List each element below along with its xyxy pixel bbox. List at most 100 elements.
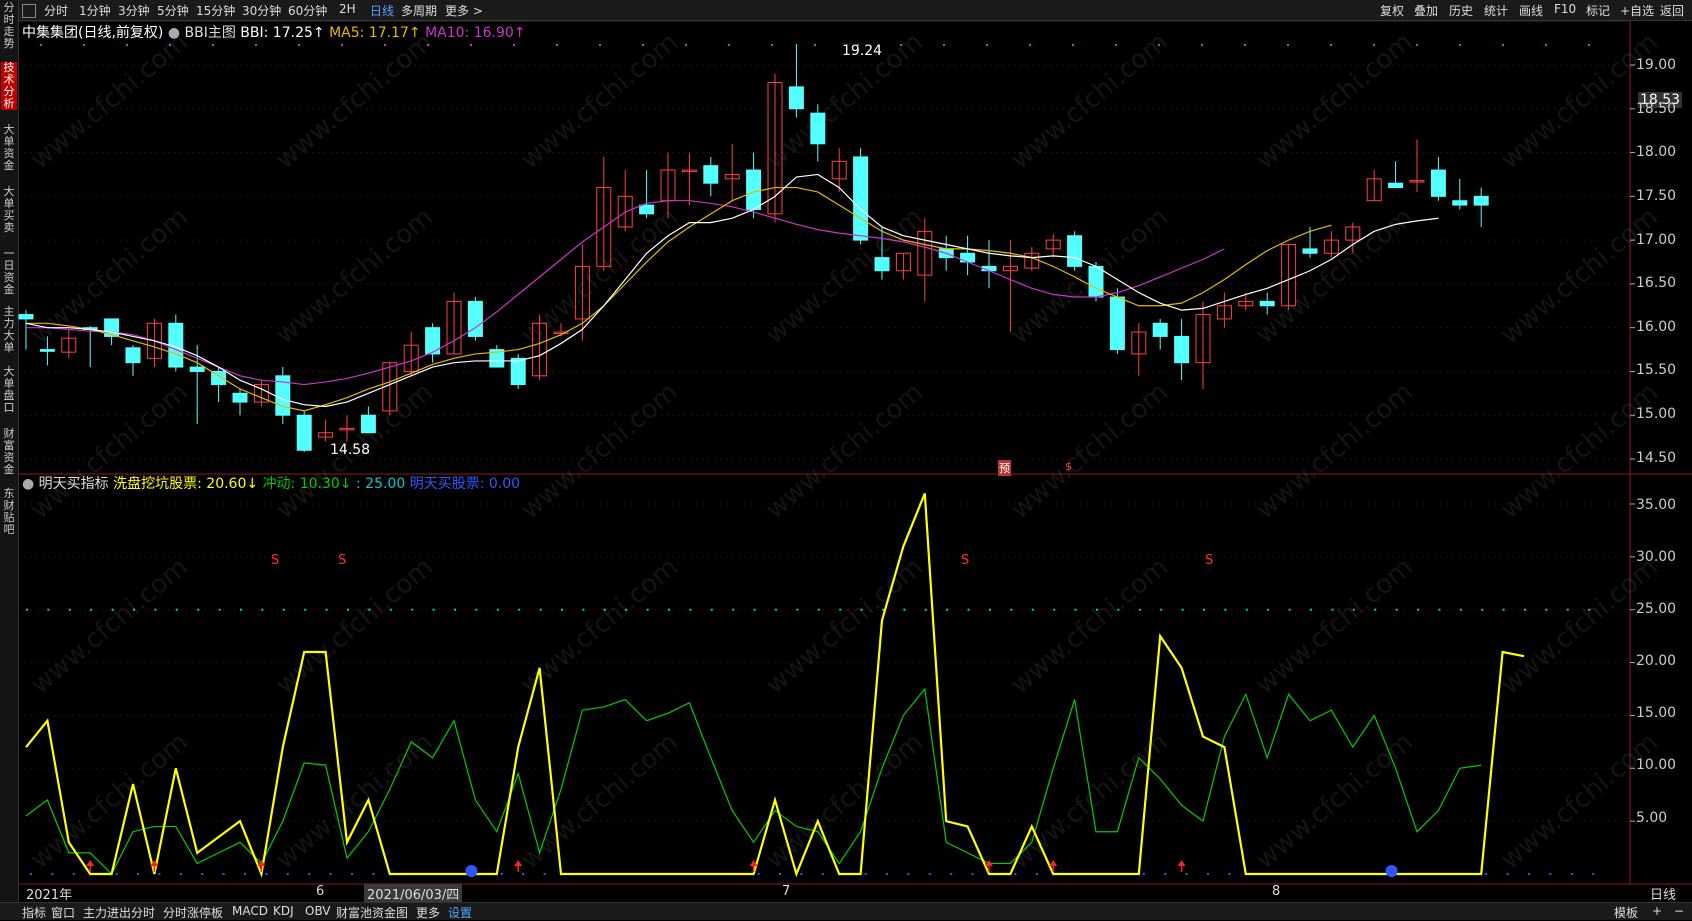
dot-marker xyxy=(1395,608,1398,611)
dot-marker xyxy=(668,608,670,611)
indicator-name[interactable]: BBI主图 xyxy=(185,25,236,41)
dot-marker xyxy=(137,873,139,875)
dot-marker xyxy=(1502,44,1504,46)
candle-body xyxy=(960,252,976,263)
dot-marker xyxy=(986,44,988,46)
dot-marker xyxy=(30,873,32,875)
candle-body xyxy=(853,156,869,241)
date-year: 2021年 xyxy=(26,888,73,903)
selected-date: 2021/06/03/四 xyxy=(364,884,463,903)
bottom-tab-kdj[interactable]: KDJ xyxy=(273,904,294,918)
watermark-text: www.cfchi.com xyxy=(1005,27,1174,175)
sub-legend: ● 明天买指标 洗盘挖坑股票: 20.60↓ 冲动: 10.30↓ : 25.0… xyxy=(22,473,520,493)
candle-body xyxy=(18,314,34,320)
dot-marker xyxy=(753,608,756,611)
dot-marker xyxy=(543,873,546,875)
candle-body xyxy=(1430,169,1446,197)
watermark-text: www.cfchi.com xyxy=(1005,727,1174,875)
watermark-text: www.cfchi.com xyxy=(270,552,439,700)
y-tick: 18.00 xyxy=(1636,144,1677,160)
dot-marker xyxy=(1138,608,1141,611)
dot-marker xyxy=(710,608,713,611)
dot-marker xyxy=(943,44,945,46)
dot-marker xyxy=(1438,608,1441,611)
dot-marker xyxy=(886,873,888,875)
dot-marker xyxy=(432,608,435,611)
candle-body xyxy=(1473,195,1489,206)
low-price-label: 14.58 xyxy=(330,442,371,458)
dot-marker xyxy=(1373,44,1375,46)
dot-marker xyxy=(864,873,867,875)
bottom-tab-indicator[interactable]: 指标 xyxy=(22,904,46,921)
dot-marker xyxy=(967,608,970,611)
zoom-out-button[interactable]: − xyxy=(1674,904,1684,918)
candle-body xyxy=(788,86,804,110)
dot-marker xyxy=(1228,873,1231,875)
stock-title: 中集集团(日线,前复权) xyxy=(22,25,164,41)
dot-marker xyxy=(1203,608,1205,611)
dot-marker xyxy=(946,608,949,611)
candle-body xyxy=(1388,182,1404,189)
dot-marker xyxy=(1545,44,1547,46)
y-tick: 20.00 xyxy=(1636,653,1677,669)
y-tick: 15.00 xyxy=(1636,705,1677,721)
dot-marker xyxy=(1502,608,1505,611)
bottom-tab-obv[interactable]: OBV xyxy=(305,904,331,918)
dot-marker xyxy=(454,608,456,611)
indicator-circle-icon[interactable]: ● xyxy=(168,25,180,41)
moving-average-lines xyxy=(25,173,1439,412)
zoom-in-button[interactable]: + xyxy=(1652,904,1662,918)
sub-indicator-title[interactable]: 明天买指标 xyxy=(39,476,109,492)
bottom-tab-limit-up[interactable]: 分时涨停板 xyxy=(163,904,223,921)
y-tick: 10.00 xyxy=(1636,757,1677,773)
dot-marker xyxy=(1072,44,1074,46)
template-button[interactable]: 模板 xyxy=(1614,904,1638,921)
bottom-tab-more[interactable]: 更多 xyxy=(416,904,440,921)
dot-marker xyxy=(539,608,542,611)
watermark-text: www.cfchi.com xyxy=(1005,377,1174,525)
dot-marker xyxy=(800,873,803,875)
dot-marker xyxy=(599,44,601,46)
y-tick: 30.00 xyxy=(1636,549,1677,565)
dot-marker xyxy=(255,44,257,46)
ma10-value: MA10: 16.90↑ xyxy=(425,25,526,41)
bottom-tab-macd[interactable]: MACD xyxy=(232,904,268,918)
y-tick: 18.50 xyxy=(1636,101,1677,117)
dot-marker xyxy=(72,873,75,875)
dot-marker xyxy=(685,44,687,46)
period-label[interactable]: 日线 xyxy=(1650,884,1676,903)
dot-marker xyxy=(757,873,760,875)
dot-marker xyxy=(351,873,353,875)
dot-marker xyxy=(522,873,525,875)
bottom-tab-wealth-pool[interactable]: 财富池资金图 xyxy=(336,904,408,921)
candle-body xyxy=(1109,296,1125,351)
candle-body xyxy=(232,392,248,403)
dot-marker xyxy=(771,44,773,46)
dot-marker xyxy=(158,873,161,875)
dot-marker xyxy=(51,873,54,875)
watermark-text: www.cfchi.com xyxy=(1005,552,1174,700)
dot-marker xyxy=(814,44,816,46)
dot-marker xyxy=(298,44,300,46)
y-tick: 15.00 xyxy=(1636,406,1677,422)
dot-marker xyxy=(154,608,157,611)
buy-tomorrow-value: 明天买股票: 0.00 xyxy=(409,476,521,492)
indicator-circle-icon[interactable]: ● xyxy=(22,476,34,492)
dot-marker xyxy=(1570,873,1573,875)
dot-marker xyxy=(372,873,375,875)
bottom-tab-main-flow[interactable]: 主力进出分时 xyxy=(83,904,155,921)
candle-body xyxy=(746,169,762,210)
dot-marker xyxy=(115,873,118,875)
dot-marker xyxy=(496,608,499,611)
high-price-label: 19.24 xyxy=(842,43,883,59)
dot-marker xyxy=(518,608,521,611)
dot-marker xyxy=(1459,44,1461,46)
dot-marker xyxy=(222,873,225,875)
bottom-tab-settings[interactable]: 设置 xyxy=(448,904,472,921)
dot-marker xyxy=(282,608,285,611)
dot-marker xyxy=(775,608,777,611)
watermark-text: www.cfchi.com xyxy=(760,377,929,525)
bottom-tab-window[interactable]: 窗口 xyxy=(51,904,75,921)
stock-chart[interactable]: www.cfchi.com www.cfchi.com www.cfchi.com w… xyxy=(0,0,1692,919)
watermark-text: www.cfchi.com xyxy=(515,27,684,175)
